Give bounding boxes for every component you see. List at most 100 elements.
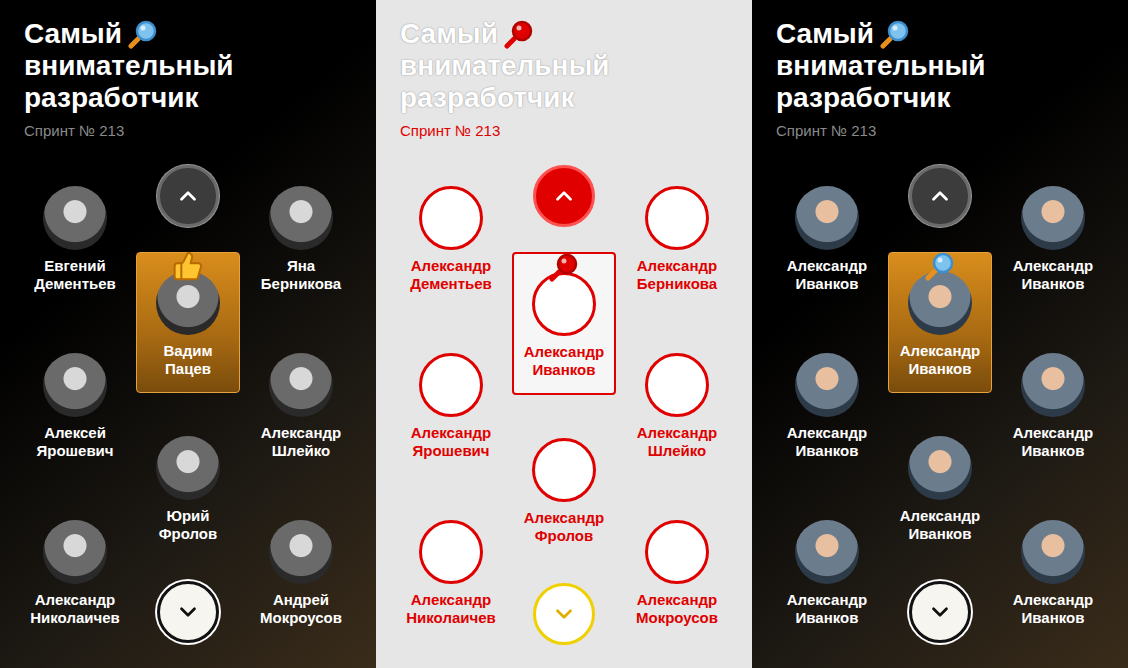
person-photo bbox=[795, 186, 859, 250]
person-name: АлександрИванков bbox=[1013, 591, 1093, 627]
magnifier-icon bbox=[880, 19, 910, 49]
person[interactable]: АлександрБерникова bbox=[637, 186, 717, 293]
person[interactable]: ЯнаБерникова bbox=[261, 186, 341, 293]
panel-title: Самыйвнимательныйразработчик bbox=[0, 18, 376, 114]
person-photo bbox=[645, 186, 709, 250]
person-name: ЯнаБерникова bbox=[261, 257, 341, 293]
person-name: АлександрИванков bbox=[787, 424, 867, 460]
scroll-down-button[interactable] bbox=[909, 581, 971, 643]
person-photo bbox=[795, 520, 859, 584]
magnifier-icon bbox=[128, 19, 158, 49]
selected-person-card[interactable]: АлександрИванков bbox=[888, 252, 992, 393]
chevron-down-icon bbox=[175, 599, 201, 625]
person[interactable]: АлександрИванков bbox=[787, 353, 867, 460]
person[interactable]: АлександрИванков bbox=[787, 520, 867, 627]
people-grid: ЕвгенийДементьев АлексейЯрошевич Александр… bbox=[0, 165, 376, 643]
chevron-down-icon bbox=[927, 599, 953, 625]
person-name: АлександрФролов bbox=[524, 509, 604, 545]
person-photo bbox=[1021, 186, 1085, 250]
people-column: АлександрИванков АлександрИванков Александ… bbox=[766, 165, 888, 643]
person-photo bbox=[645, 520, 709, 584]
person-photo bbox=[43, 186, 107, 250]
person-name: АлександрИванков bbox=[900, 507, 980, 543]
person-name: АлександрИванков bbox=[1013, 424, 1093, 460]
comparison-page: СамыйвнимательныйразработчикСпринт № 213… bbox=[0, 0, 1128, 668]
person[interactable]: ЕвгенийДементьев bbox=[34, 186, 116, 293]
scroll-up-button[interactable] bbox=[909, 165, 971, 227]
scroll-up-button[interactable] bbox=[157, 165, 219, 227]
person[interactable]: ЮрийФролов bbox=[156, 436, 220, 543]
chevron-up-icon bbox=[175, 183, 201, 209]
person-name: АлександрБерникова bbox=[637, 257, 717, 293]
person[interactable]: АлександрИванков bbox=[787, 186, 867, 293]
scroll-down-button[interactable] bbox=[533, 583, 595, 645]
person-photo bbox=[156, 271, 220, 335]
person-photo bbox=[269, 520, 333, 584]
person-name: АлександрИванков bbox=[787, 257, 867, 293]
person-photo bbox=[908, 271, 972, 335]
person[interactable]: АлександрЯрошевич bbox=[411, 353, 491, 460]
person-photo bbox=[645, 353, 709, 417]
person-name: АлександрИванков bbox=[787, 591, 867, 627]
person-name: АндрейМокроусов bbox=[260, 591, 342, 627]
person-name: ВадимПацев bbox=[163, 342, 212, 378]
person[interactable]: АлександрНиколаичев bbox=[30, 520, 120, 627]
chevron-down-icon bbox=[551, 601, 577, 627]
person-name: ЮрийФролов bbox=[159, 507, 217, 543]
person[interactable]: АлександрИванков bbox=[1013, 186, 1093, 293]
selected-person-card[interactable]: ВадимПацев bbox=[136, 252, 240, 393]
magnifier-icon bbox=[925, 251, 955, 281]
people-grid: АлександрИванков АлександрИванков Александ… bbox=[752, 165, 1128, 643]
person-photo bbox=[532, 438, 596, 502]
sprint-label: Спринт № 213 bbox=[0, 122, 376, 140]
panel-title: Самыйвнимательныйразработчик bbox=[376, 18, 752, 114]
person[interactable]: АлексейЯрошевич bbox=[36, 353, 113, 460]
person[interactable]: АндрейМокроусов bbox=[260, 520, 342, 627]
chevron-up-icon bbox=[551, 183, 577, 209]
person-photo bbox=[1021, 353, 1085, 417]
vote-badge bbox=[170, 248, 206, 284]
person-photo bbox=[269, 186, 333, 250]
people-column: АлександрИванков АлександрФролов bbox=[512, 165, 616, 645]
scroll-down-button[interactable] bbox=[157, 581, 219, 643]
person-name: АлександрНиколаичев bbox=[30, 591, 120, 627]
people-column: АлександрБерникова АлександрШлейко Алексан… bbox=[616, 165, 738, 645]
person[interactable]: АлександрФролов bbox=[524, 438, 604, 545]
people-grid: АлександрДементьев АлександрЯрошевич Алекс… bbox=[376, 165, 752, 645]
sprint-label: Спринт № 213 bbox=[376, 122, 752, 140]
person-photo bbox=[419, 186, 483, 250]
person-name: АлександрИванков bbox=[1013, 257, 1093, 293]
person-name: АлександрЯрошевич bbox=[411, 424, 491, 460]
sprint-label: Спринт № 213 bbox=[752, 122, 1128, 140]
scroll-up-button[interactable] bbox=[533, 165, 595, 227]
magnifier-icon bbox=[549, 252, 579, 282]
person-name: АлександрШлейко bbox=[637, 424, 717, 460]
person-name: АлександрИванков bbox=[900, 342, 980, 378]
people-column: ЕвгенийДементьев АлексейЯрошевич Александр… bbox=[14, 165, 136, 643]
thumbs-up-icon bbox=[172, 250, 204, 282]
panel-title: Самыйвнимательныйразработчик bbox=[752, 18, 1128, 114]
person-photo bbox=[419, 353, 483, 417]
vote-badge bbox=[546, 249, 582, 285]
person-photo bbox=[269, 353, 333, 417]
selected-person-card[interactable]: АлександрИванков bbox=[512, 252, 616, 395]
person[interactable]: АлександрНиколаичев bbox=[406, 520, 496, 627]
person[interactable]: АлександрШлейко bbox=[637, 353, 717, 460]
person-name: АлександрДементьев bbox=[410, 257, 492, 293]
people-column: ЯнаБерникова АлександрШлейко АндрейМокроус… bbox=[240, 165, 362, 643]
person-name: АлександрИванков bbox=[524, 343, 604, 379]
person[interactable]: АлександрИванков bbox=[1013, 520, 1093, 627]
person[interactable]: АлександрШлейко bbox=[261, 353, 341, 460]
person[interactable]: АлександрМокроусов bbox=[636, 520, 718, 627]
person[interactable]: АлександрИванков bbox=[1013, 353, 1093, 460]
person[interactable]: АлександрДементьев bbox=[410, 186, 492, 293]
person-photo bbox=[156, 436, 220, 500]
person-photo bbox=[419, 520, 483, 584]
person[interactable]: АлександрИванков bbox=[900, 436, 980, 543]
people-column: ВадимПацев ЮрийФролов bbox=[136, 165, 240, 643]
vote-panel: Самыйвнимательныйразработчик Спринт № 213… bbox=[752, 0, 1128, 668]
person-photo bbox=[795, 353, 859, 417]
person-name: АлександрШлейко bbox=[261, 424, 341, 460]
person-name: АлексейЯрошевич bbox=[36, 424, 113, 460]
chevron-up-icon bbox=[927, 183, 953, 209]
